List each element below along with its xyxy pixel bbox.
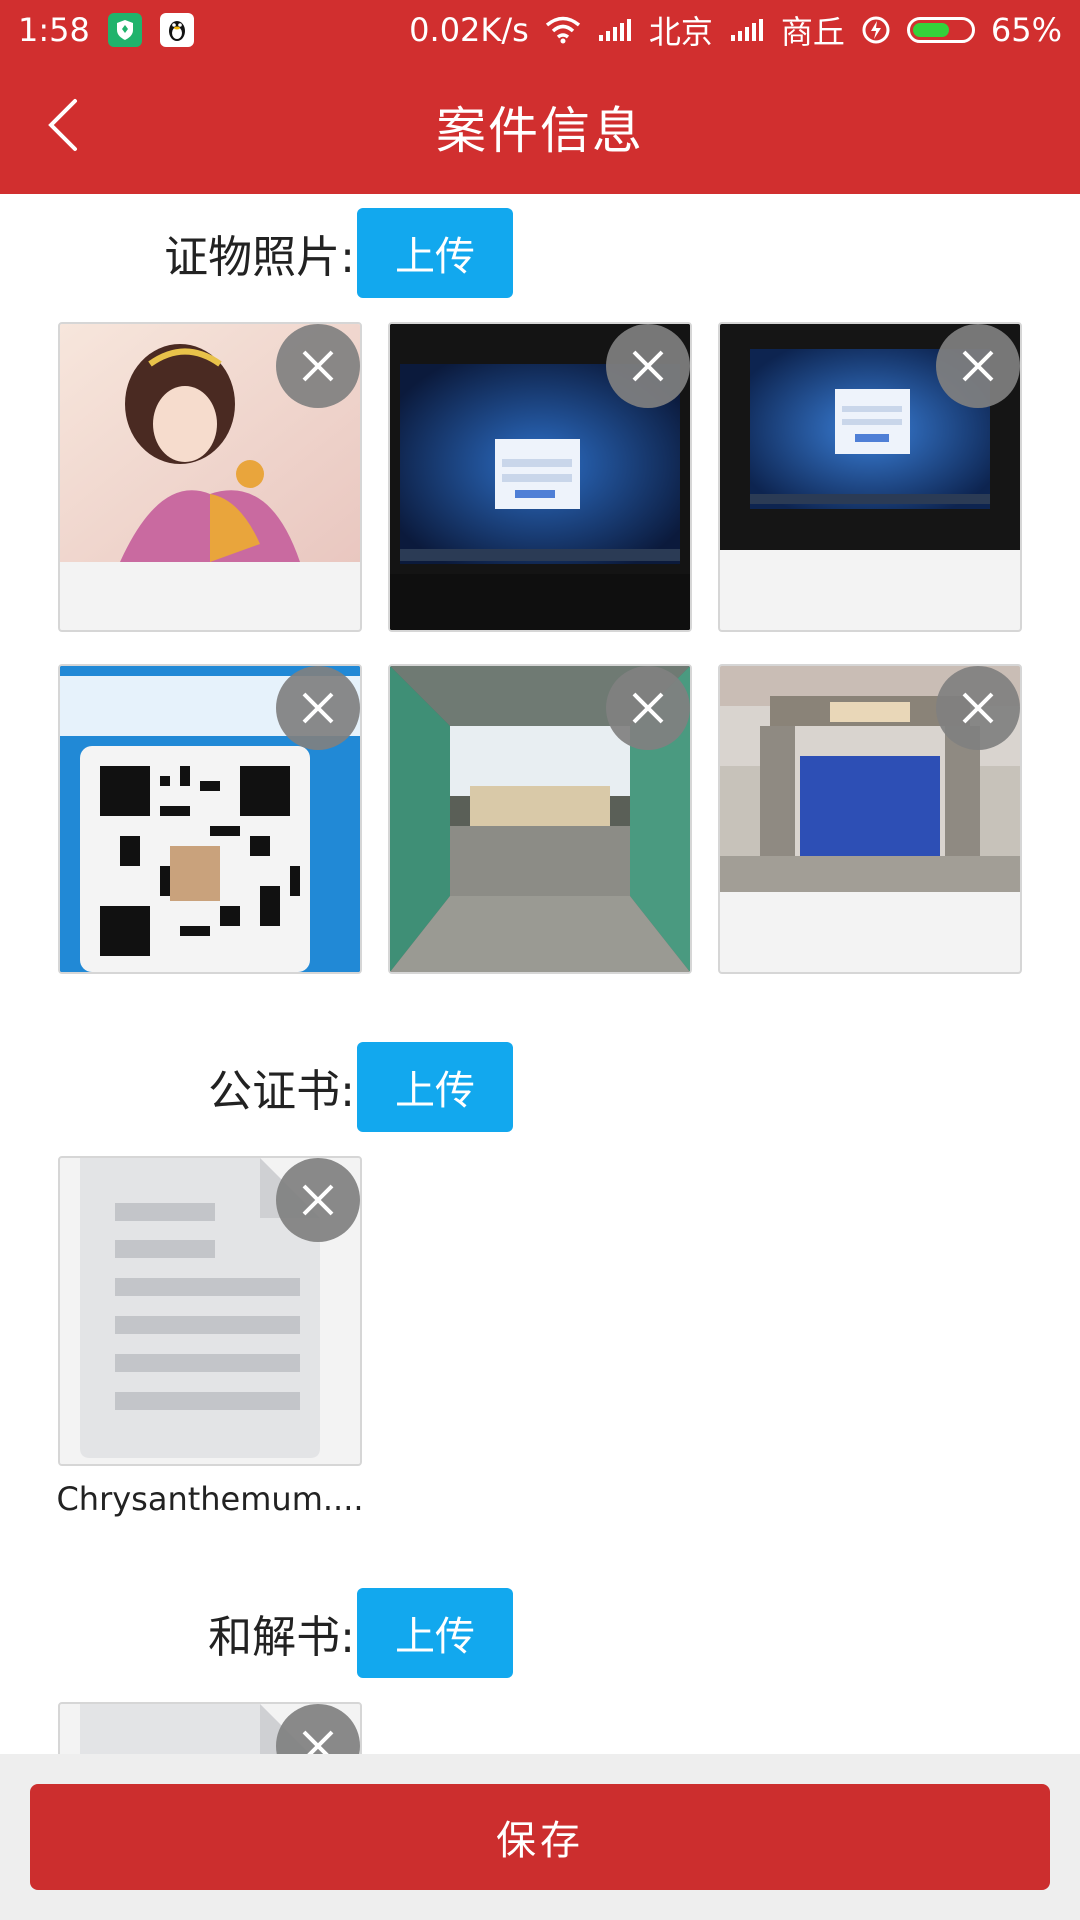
close-icon [302,350,334,382]
wifi-icon [545,16,581,44]
settlement-label: 和解书: [208,1612,355,1663]
delete-photo-6-button[interactable] [936,666,1020,750]
charging-bolt-icon [861,15,891,45]
evidence-photo-3[interactable] [718,322,1022,632]
signal-icon [597,17,633,43]
status-time: 1:58 [18,11,90,49]
delete-photo-5-button[interactable] [606,666,690,750]
bottom-action-bar: 保存 [0,1754,1080,1920]
battery-fill [912,23,949,37]
close-icon [632,692,664,724]
status-bar: 1:58 0.02K/s 北京 商丘 65% [0,0,1080,60]
battery-percent: 65% [990,11,1062,49]
close-icon [962,350,994,382]
delete-photo-1-button[interactable] [276,324,360,408]
close-icon [302,1184,334,1216]
title-bar: 案件信息 [0,60,1080,194]
close-icon [962,692,994,724]
notary-file-name: Chrysanthemum.... [56,1480,364,1518]
page-title: 案件信息 [436,102,644,160]
evidence-photo-1[interactable] [58,322,362,632]
save-button[interactable]: 保存 [30,1784,1050,1890]
delete-photo-2-button[interactable] [606,324,690,408]
notary-upload-button[interactable]: 上传 [357,1042,513,1132]
carrier-1: 北京 [648,13,713,51]
app-screen: 1:58 0.02K/s 北京 商丘 65% 案件信息 证物照片: 上传 公证书… [0,0,1080,1920]
network-speed: 0.02K/s [409,11,529,49]
qq-penguin-icon [159,13,194,47]
settlement-file-thumbnail[interactable] [58,1702,362,1754]
delete-photo-4-button[interactable] [276,666,360,750]
evidence-photo-4[interactable] [58,664,362,974]
delete-notary-file-button[interactable] [276,1158,360,1242]
evidence-photo-2[interactable] [388,322,692,632]
evidence-upload-button[interactable]: 上传 [357,208,513,298]
content-scroll-area[interactable]: 证物照片: 上传 公证书: 上传 Chrysanthemum.... 和解书: … [0,194,1080,1754]
evidence-section-header: 证物照片: 上传 [0,208,1080,298]
evidence-photo-5[interactable] [388,664,692,974]
close-icon [632,350,664,382]
signal-icon [729,17,765,43]
shield-app-icon [107,13,142,47]
evidence-label: 证物照片: [164,232,355,283]
close-icon [302,1730,334,1754]
evidence-photo-6[interactable] [718,664,1022,974]
notary-file-thumbnail[interactable] [58,1156,362,1466]
settlement-upload-button[interactable]: 上传 [357,1588,513,1678]
close-icon [302,692,334,724]
delete-photo-3-button[interactable] [936,324,1020,408]
notary-label: 公证书: [208,1066,355,1117]
notary-section-header: 公证书: 上传 [0,1042,1080,1132]
carrier-2: 商丘 [780,13,845,51]
battery-icon [906,17,975,43]
settlement-section-header: 和解书: 上传 [0,1588,1080,1678]
